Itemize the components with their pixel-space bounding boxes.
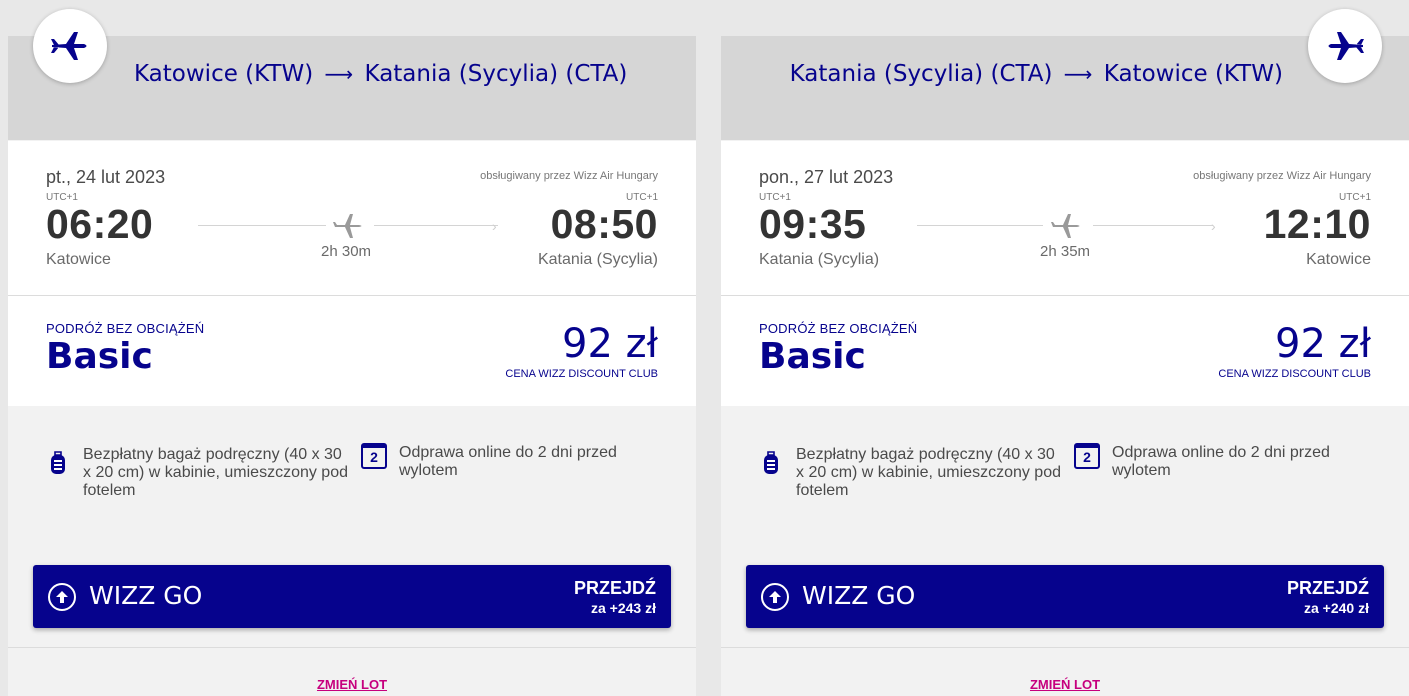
route-header: Katania (Sycylia) (CTA) ⟶ Katowice (KTW) [721,36,1409,140]
calendar-number: 2 [1083,449,1091,465]
wizz-go-upgrade-button[interactable]: WIZZ GO PRZEJDŹ za +240 zł [746,565,1384,628]
airplane-icon [51,32,87,60]
line-end-chevron-icon: › [492,218,497,234]
flight-line-left [198,225,326,226]
fare-price: 92 zł [1275,321,1371,367]
fare-kicker: PODRÓŻ BEZ OBCIĄŻEŃ [46,321,205,336]
cabin-bag-icon [764,451,778,474]
flight-duration: 2h 35m [1040,243,1091,260]
divider [721,647,1409,648]
arrival-time: 08:50 [550,201,658,247]
operated-by: obsługiwany przez Wizz Air Hungary [1193,170,1371,182]
departure-time: 09:35 [759,201,867,247]
change-flight-link[interactable]: ZMIEŃ LOT [721,677,1409,692]
plane-badge [33,9,107,83]
flight-card-return: Katania (Sycylia) (CTA) ⟶ Katowice (KTW)… [721,9,1409,696]
route-arrow-icon: ⟶ [1063,62,1093,86]
arrow-up-circle-icon [761,583,789,611]
divider [8,647,696,648]
flight-duration: 2h 30m [321,243,372,260]
wizz-go-upgrade-button[interactable]: WIZZ GO PRZEJDŹ za +243 zł [33,565,671,628]
flight-line-right [374,225,498,226]
airplane-icon [1051,214,1080,238]
route-origin: Katowice (KTW) [134,61,314,87]
discount-club-note: CENA WIZZ DISCOUNT CLUB [1218,368,1371,380]
benefit-online-checkin: Odprawa online do 2 dni przed wylotem [1112,444,1330,479]
upgrade-cta: PRZEJDŹ [573,578,656,598]
flight-line-left [917,225,1043,226]
route-title: Katowice (KTW) ⟶ Katania (Sycylia) (CTA) [134,60,644,89]
route-destination: Katania (Sycylia) (CTA) [364,61,628,87]
upgrade-label: WIZZ GO [802,581,916,610]
arrival-city: Katania (Sycylia) [537,251,658,268]
discount-club-note: CENA WIZZ DISCOUNT CLUB [505,368,658,380]
flight-times-panel: pon., 27 lut 2023 obsługiwany przez Wizz… [721,141,1409,296]
fare-panel: PODRÓŻ BEZ OBCIĄŻEŃ Basic 92 zł [721,296,1409,406]
arrival-time: 12:10 [1263,201,1371,247]
route-title: Katania (Sycylia) (CTA) ⟶ Katowice (KTW) [763,60,1283,89]
change-flight-link[interactable]: ZMIEŃ LOT [8,677,696,692]
calendar-number: 2 [370,449,378,465]
airplane-icon [1328,32,1364,60]
calendar-icon: 2 [1074,443,1100,469]
route-origin: Katania (Sycylia) (CTA) [789,61,1053,87]
route-arrow-icon: ⟶ [324,62,354,86]
line-end-chevron-icon: › [1211,218,1216,234]
flight-date: pon., 27 lut 2023 [759,167,894,187]
plane-badge [1308,9,1382,83]
upgrade-cta: PRZEJDŹ [1286,578,1369,598]
cabin-bag-icon [51,451,65,474]
route-destination: Katowice (KTW) [1103,61,1283,87]
departure-city: Katowice [46,251,111,268]
arrival-city: Katowice [1306,251,1371,268]
flight-card-outbound: Katowice (KTW) ⟶ Katania (Sycylia) (CTA)… [8,9,696,696]
calendar-icon: 2 [361,443,387,469]
operated-by: obsługiwany przez Wizz Air Hungary [480,170,658,182]
departure-time: 06:20 [46,201,154,247]
fare-kicker: PODRÓŻ BEZ OBCIĄŻEŃ [759,321,918,336]
upgrade-label: WIZZ GO [89,581,203,610]
benefit-cabin-bag: Bezpłatny bagaż podręczny (40 x 30 x 20 … [796,446,1061,499]
fare-price: 92 zł [562,321,658,367]
upgrade-price: za +243 zł [591,600,656,616]
flight-times-panel: pt., 24 lut 2023 obsługiwany przez Wizz … [8,141,696,296]
departure-city: Katania (Sycylia) [759,251,880,268]
fare-name: Basic [759,336,866,377]
upgrade-price: za +240 zł [1304,600,1369,616]
arrow-up-circle-icon [48,583,76,611]
fare-panel: PODRÓŻ BEZ OBCIĄŻEŃ Basic 92 zł [8,296,696,406]
route-header: Katowice (KTW) ⟶ Katania (Sycylia) (CTA) [8,36,696,140]
benefit-online-checkin: Odprawa online do 2 dni przed wylotem [399,444,617,479]
benefit-cabin-bag: Bezpłatny bagaż podręczny (40 x 30 x 20 … [83,446,348,499]
fare-name: Basic [46,336,153,377]
airplane-icon [333,214,362,238]
flight-date: pt., 24 lut 2023 [46,167,166,187]
flight-line-right [1093,225,1213,226]
